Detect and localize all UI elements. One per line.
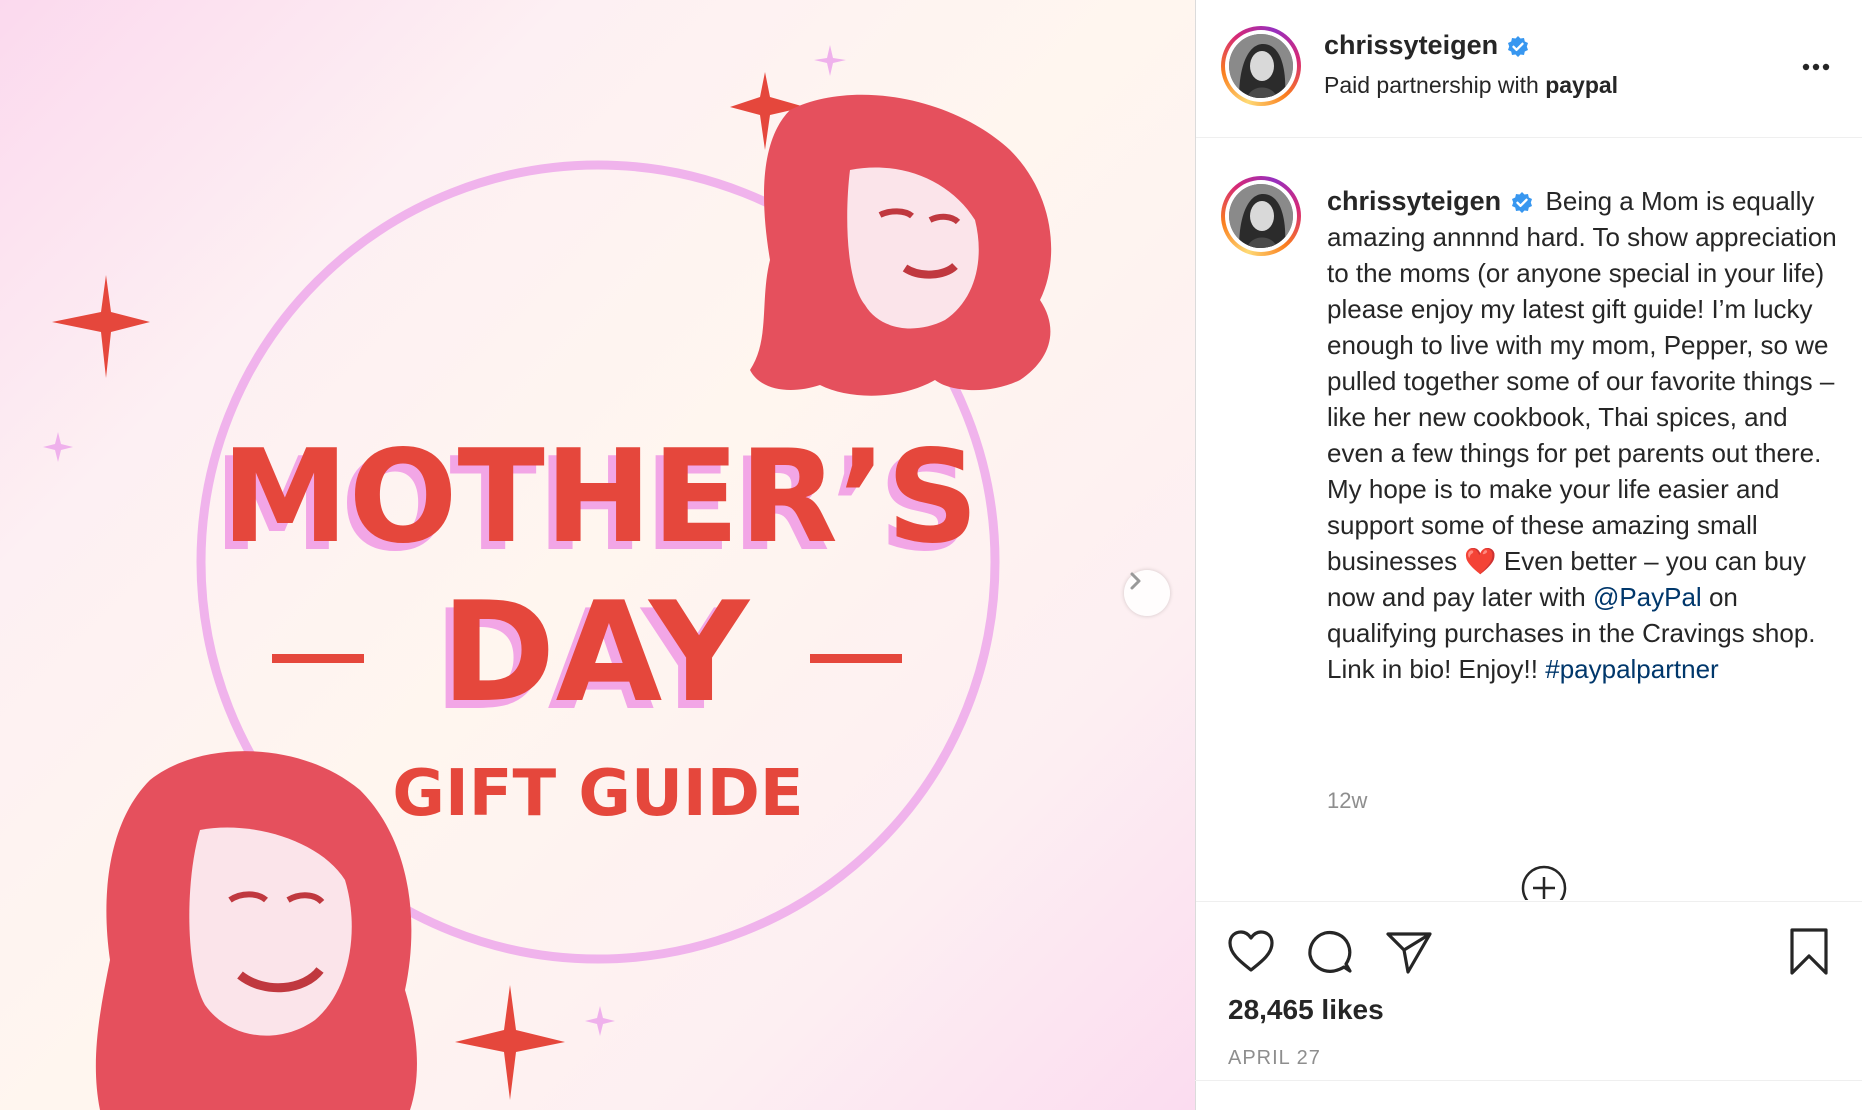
- caption-time: 12w: [1327, 788, 1368, 813]
- title-dash-left: [272, 654, 364, 663]
- header-username[interactable]: chrissyteigen: [1324, 30, 1498, 60]
- caption-text: chrissyteigen Being a Mom is equally ama…: [1327, 183, 1847, 687]
- title-dash-right: [810, 654, 902, 663]
- heart-emoji: ❤️: [1464, 546, 1497, 576]
- divider: [1195, 1080, 1862, 1081]
- caption-avatar[interactable]: [1221, 176, 1301, 256]
- caption-body: Being a Mom is equally amazing annnnd ha…: [1327, 186, 1837, 576]
- heart-icon: [1228, 930, 1274, 972]
- post-header: chrissyteigen Paid partnership with payp…: [1196, 0, 1862, 138]
- caption-username[interactable]: chrissyteigen: [1327, 186, 1501, 216]
- load-more-comments-button[interactable]: [1520, 864, 1568, 900]
- comment-icon: [1308, 930, 1352, 973]
- portrait-bottom-illustration: [95, 751, 417, 1110]
- partnership-prefix: Paid partnership with: [1324, 72, 1546, 98]
- partner-link[interactable]: paypal: [1545, 72, 1618, 98]
- like-button[interactable]: [1226, 927, 1276, 977]
- title-line1: MOTHER’S: [221, 423, 978, 572]
- portrait-top-illustration: [750, 94, 1052, 396]
- comments-area[interactable]: chrissyteigen Being a Mom is equally ama…: [1196, 138, 1862, 900]
- profile-photo: [1229, 184, 1293, 248]
- mention-link[interactable]: @PayPal: [1593, 582, 1702, 612]
- mothers-day-graphic: MOTHER’S MOTHER’S DAY DAY GIFT GUIDE: [43, 45, 1052, 1110]
- more-options-button[interactable]: [1796, 52, 1836, 82]
- profile-photo: [1229, 34, 1293, 98]
- hashtag-link[interactable]: #paypalpartner: [1545, 654, 1718, 684]
- post-side-panel: chrissyteigen Paid partnership with payp…: [1195, 0, 1862, 1110]
- paid-partnership-label: Paid partnership with paypal: [1324, 72, 1618, 99]
- post-date[interactable]: APRIL 27: [1228, 1047, 1321, 1070]
- bookmark-icon: [1790, 928, 1828, 975]
- avatar[interactable]: [1221, 26, 1301, 106]
- title-line2: DAY: [441, 572, 751, 733]
- plus-circle-icon: [1521, 865, 1567, 900]
- more-horizontal-icon: [1802, 63, 1830, 71]
- next-image-button[interactable]: [1124, 570, 1170, 616]
- post-image[interactable]: MOTHER’S MOTHER’S DAY DAY GIFT GUIDE: [0, 0, 1195, 1110]
- verified-badge-icon: [1512, 192, 1533, 214]
- chevron-right-icon: [1130, 572, 1141, 590]
- post-actions: 28,465 likes APRIL 27: [1196, 901, 1862, 1081]
- header-username-row: chrissyteigen: [1324, 30, 1530, 61]
- likes-count[interactable]: 28,465 likes: [1228, 994, 1384, 1026]
- verified-badge-icon: [1507, 35, 1528, 57]
- subtitle: GIFT GUIDE: [392, 757, 803, 831]
- share-button[interactable]: [1384, 927, 1434, 977]
- send-icon: [1386, 932, 1432, 974]
- comment-button[interactable]: [1304, 927, 1354, 977]
- sparkle-icon: [455, 985, 565, 1100]
- sparkle-icon: [52, 275, 150, 378]
- save-button[interactable]: [1784, 927, 1834, 977]
